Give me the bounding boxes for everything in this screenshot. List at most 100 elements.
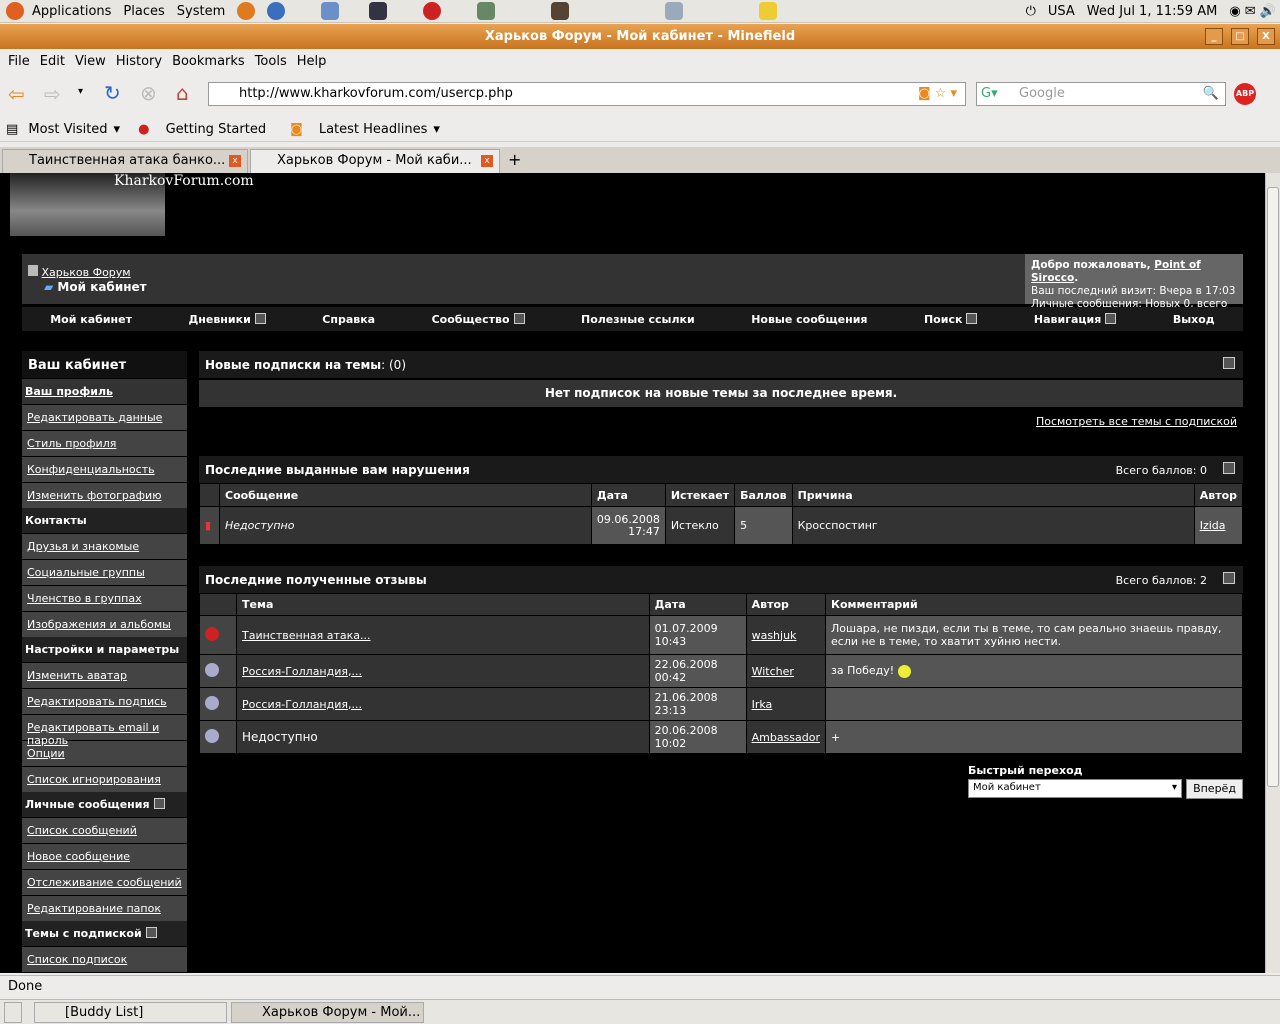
author-link[interactable]: Ambassador: [752, 731, 820, 744]
nav-community[interactable]: Сообщество: [432, 312, 525, 326]
close-tab-icon[interactable]: x: [229, 155, 241, 167]
sidebar-item[interactable]: Друзья и знакомые: [22, 533, 187, 559]
app-launcher-icon[interactable]: [321, 2, 340, 20]
sidebar-item[interactable]: Ваш профиль: [22, 378, 187, 404]
sidebar-item[interactable]: Редактирование папок: [22, 895, 187, 921]
close-button[interactable]: X: [1257, 28, 1275, 45]
bookmark-most-visited[interactable]: ▤ Most Visited ▾: [6, 122, 120, 137]
sidebar-link[interactable]: Опции: [27, 747, 65, 760]
bookmark-getting-started[interactable]: ● Getting Started: [132, 122, 272, 137]
nav-links[interactable]: Полезные ссылки: [581, 313, 695, 326]
help-launcher-icon[interactable]: [267, 2, 286, 20]
quicknav-select[interactable]: Мой кабинет ▾: [968, 779, 1182, 798]
nav-new-posts[interactable]: Новые сообщения: [751, 313, 867, 326]
sidebar-item[interactable]: Редактировать подпись: [22, 688, 187, 714]
task-buddy-list[interactable]: [Buddy List]: [34, 1002, 227, 1023]
menu-bookmarks[interactable]: Bookmarks: [172, 54, 245, 69]
collapse-icon[interactable]: [1223, 462, 1235, 474]
nav-navigation[interactable]: Навигация: [1034, 312, 1117, 326]
search-input[interactable]: Google G▾ 🔍: [976, 82, 1226, 106]
sidebar-item[interactable]: Изменить фотографию: [22, 482, 187, 508]
task-firefox[interactable]: Харьков Форум - Мой...: [231, 1002, 424, 1023]
author-link[interactable]: washjuk: [752, 629, 797, 642]
sidebar-item[interactable]: Социальные группы: [22, 559, 187, 585]
sidebar-link[interactable]: Стиль профиля: [27, 437, 116, 450]
tray-icons[interactable]: ◉ ✉ 🔊: [1229, 4, 1276, 19]
sidebar-item[interactable]: Список подписок: [22, 946, 187, 972]
topic-link[interactable]: Россия-Голландия,...: [242, 698, 362, 711]
google-engine-icon[interactable]: G▾: [981, 83, 998, 105]
show-desktop-button[interactable]: [4, 1002, 22, 1023]
collapse-icon[interactable]: [153, 798, 165, 809]
terminal-launcher-icon[interactable]: [369, 2, 388, 20]
author-link[interactable]: Witcher: [752, 665, 794, 678]
menu-file[interactable]: File: [8, 54, 30, 69]
notes-launcher-icon[interactable]: [759, 2, 778, 20]
collapse-icon[interactable]: [1223, 357, 1235, 369]
calculator-launcher-icon[interactable]: [477, 2, 496, 20]
adblock-icon[interactable]: ABP: [1234, 83, 1256, 105]
nav-usercp[interactable]: Мой кабинет: [50, 313, 132, 326]
collapse-icon[interactable]: [145, 927, 157, 938]
sidebar-link[interactable]: Членство в группах: [27, 592, 142, 605]
sidebar-item[interactable]: Редактировать email и пароль: [22, 714, 187, 747]
sidebar-link[interactable]: Ваш профиль: [25, 385, 113, 398]
sidebar-link[interactable]: Новое сообщение: [27, 850, 130, 863]
forward-icon[interactable]: ⇨: [44, 82, 61, 106]
power-icon[interactable]: ⏻: [1026, 4, 1036, 19]
system-menu[interactable]: System: [177, 4, 225, 19]
sidebar-link[interactable]: Список сообщений: [27, 824, 137, 837]
sidebar-link[interactable]: Редактирование папок: [27, 902, 161, 915]
minimize-button[interactable]: _: [1205, 28, 1223, 45]
clock[interactable]: Wed Jul 1, 11:59 AM: [1087, 4, 1218, 19]
sidebar-item[interactable]: Редактировать данные: [22, 404, 187, 430]
tab-2-active[interactable]: Харьков Форум - Мой каби... x: [250, 149, 500, 173]
screensaver-launcher-icon[interactable]: [551, 2, 570, 20]
app2-launcher-icon[interactable]: [665, 2, 684, 20]
sidebar-link[interactable]: Отслеживание сообщений: [27, 876, 182, 889]
firefox-launcher-icon[interactable]: [237, 2, 256, 20]
sidebar-item[interactable]: Стиль профиля: [22, 430, 187, 456]
keyboard-layout[interactable]: USA: [1048, 4, 1075, 19]
menu-edit[interactable]: Edit: [40, 54, 65, 69]
rss-star-icon[interactable]: ◙ ☆ ▾: [918, 83, 957, 105]
nav-faq[interactable]: Справка: [322, 313, 375, 326]
view-all-subscriptions-link[interactable]: Посмотреть все темы с подпиской: [1036, 415, 1237, 428]
sidebar-item[interactable]: Изменить аватар: [22, 662, 187, 688]
topic-link[interactable]: Россия-Голландия,...: [242, 665, 362, 678]
menu-help[interactable]: Help: [297, 54, 327, 69]
sidebar-link[interactable]: Конфиденциальность: [27, 463, 155, 476]
sidebar-link[interactable]: Социальные группы: [27, 566, 145, 579]
sidebar-link[interactable]: Друзья и знакомые: [27, 540, 139, 553]
sidebar-link[interactable]: Список игнорирования: [27, 773, 161, 786]
topic-link[interactable]: Таинственная атака...: [242, 629, 371, 642]
menu-view[interactable]: View: [75, 54, 106, 69]
sidebar-link[interactable]: Список подписок: [27, 953, 127, 966]
site-logo-text[interactable]: KharkovForum.com: [114, 173, 254, 189]
sidebar-link[interactable]: Редактировать данные: [27, 411, 162, 424]
nav-logout[interactable]: Выход: [1173, 313, 1215, 326]
sidebar-link[interactable]: Редактировать подпись: [27, 695, 167, 708]
menu-history[interactable]: History: [116, 54, 162, 69]
collapse-icon[interactable]: [1223, 572, 1235, 584]
sidebar-link[interactable]: Изображения и альбомы: [27, 618, 171, 631]
history-dropdown-icon[interactable]: ▾: [78, 86, 83, 97]
sidebar-item[interactable]: Новое сообщение: [22, 843, 187, 869]
nav-blogs[interactable]: Дневники: [188, 312, 266, 326]
sidebar-item[interactable]: Список игнорирования: [22, 766, 187, 792]
home-icon[interactable]: ⌂: [176, 81, 189, 105]
places-menu[interactable]: Places: [123, 4, 164, 19]
sidebar-link[interactable]: Изменить фотографию: [27, 489, 161, 502]
back-icon[interactable]: ⇦: [8, 82, 25, 106]
author-link[interactable]: Izida: [1200, 519, 1226, 532]
reload-icon[interactable]: ↻: [104, 81, 121, 105]
sidebar-item[interactable]: Изображения и альбомы: [22, 611, 187, 637]
new-tab-icon[interactable]: +: [508, 150, 521, 169]
opera-launcher-icon[interactable]: [423, 2, 442, 20]
sidebar-item[interactable]: Конфиденциальность: [22, 456, 187, 482]
applications-menu[interactable]: Applications: [32, 4, 111, 19]
bookmark-latest-headlines[interactable]: ◙ Latest Headlines ▾: [284, 122, 440, 137]
scrollbar-thumb[interactable]: [1267, 187, 1279, 787]
vertical-scrollbar[interactable]: [1265, 173, 1280, 973]
sidebar-item[interactable]: Членство в группах: [22, 585, 187, 611]
